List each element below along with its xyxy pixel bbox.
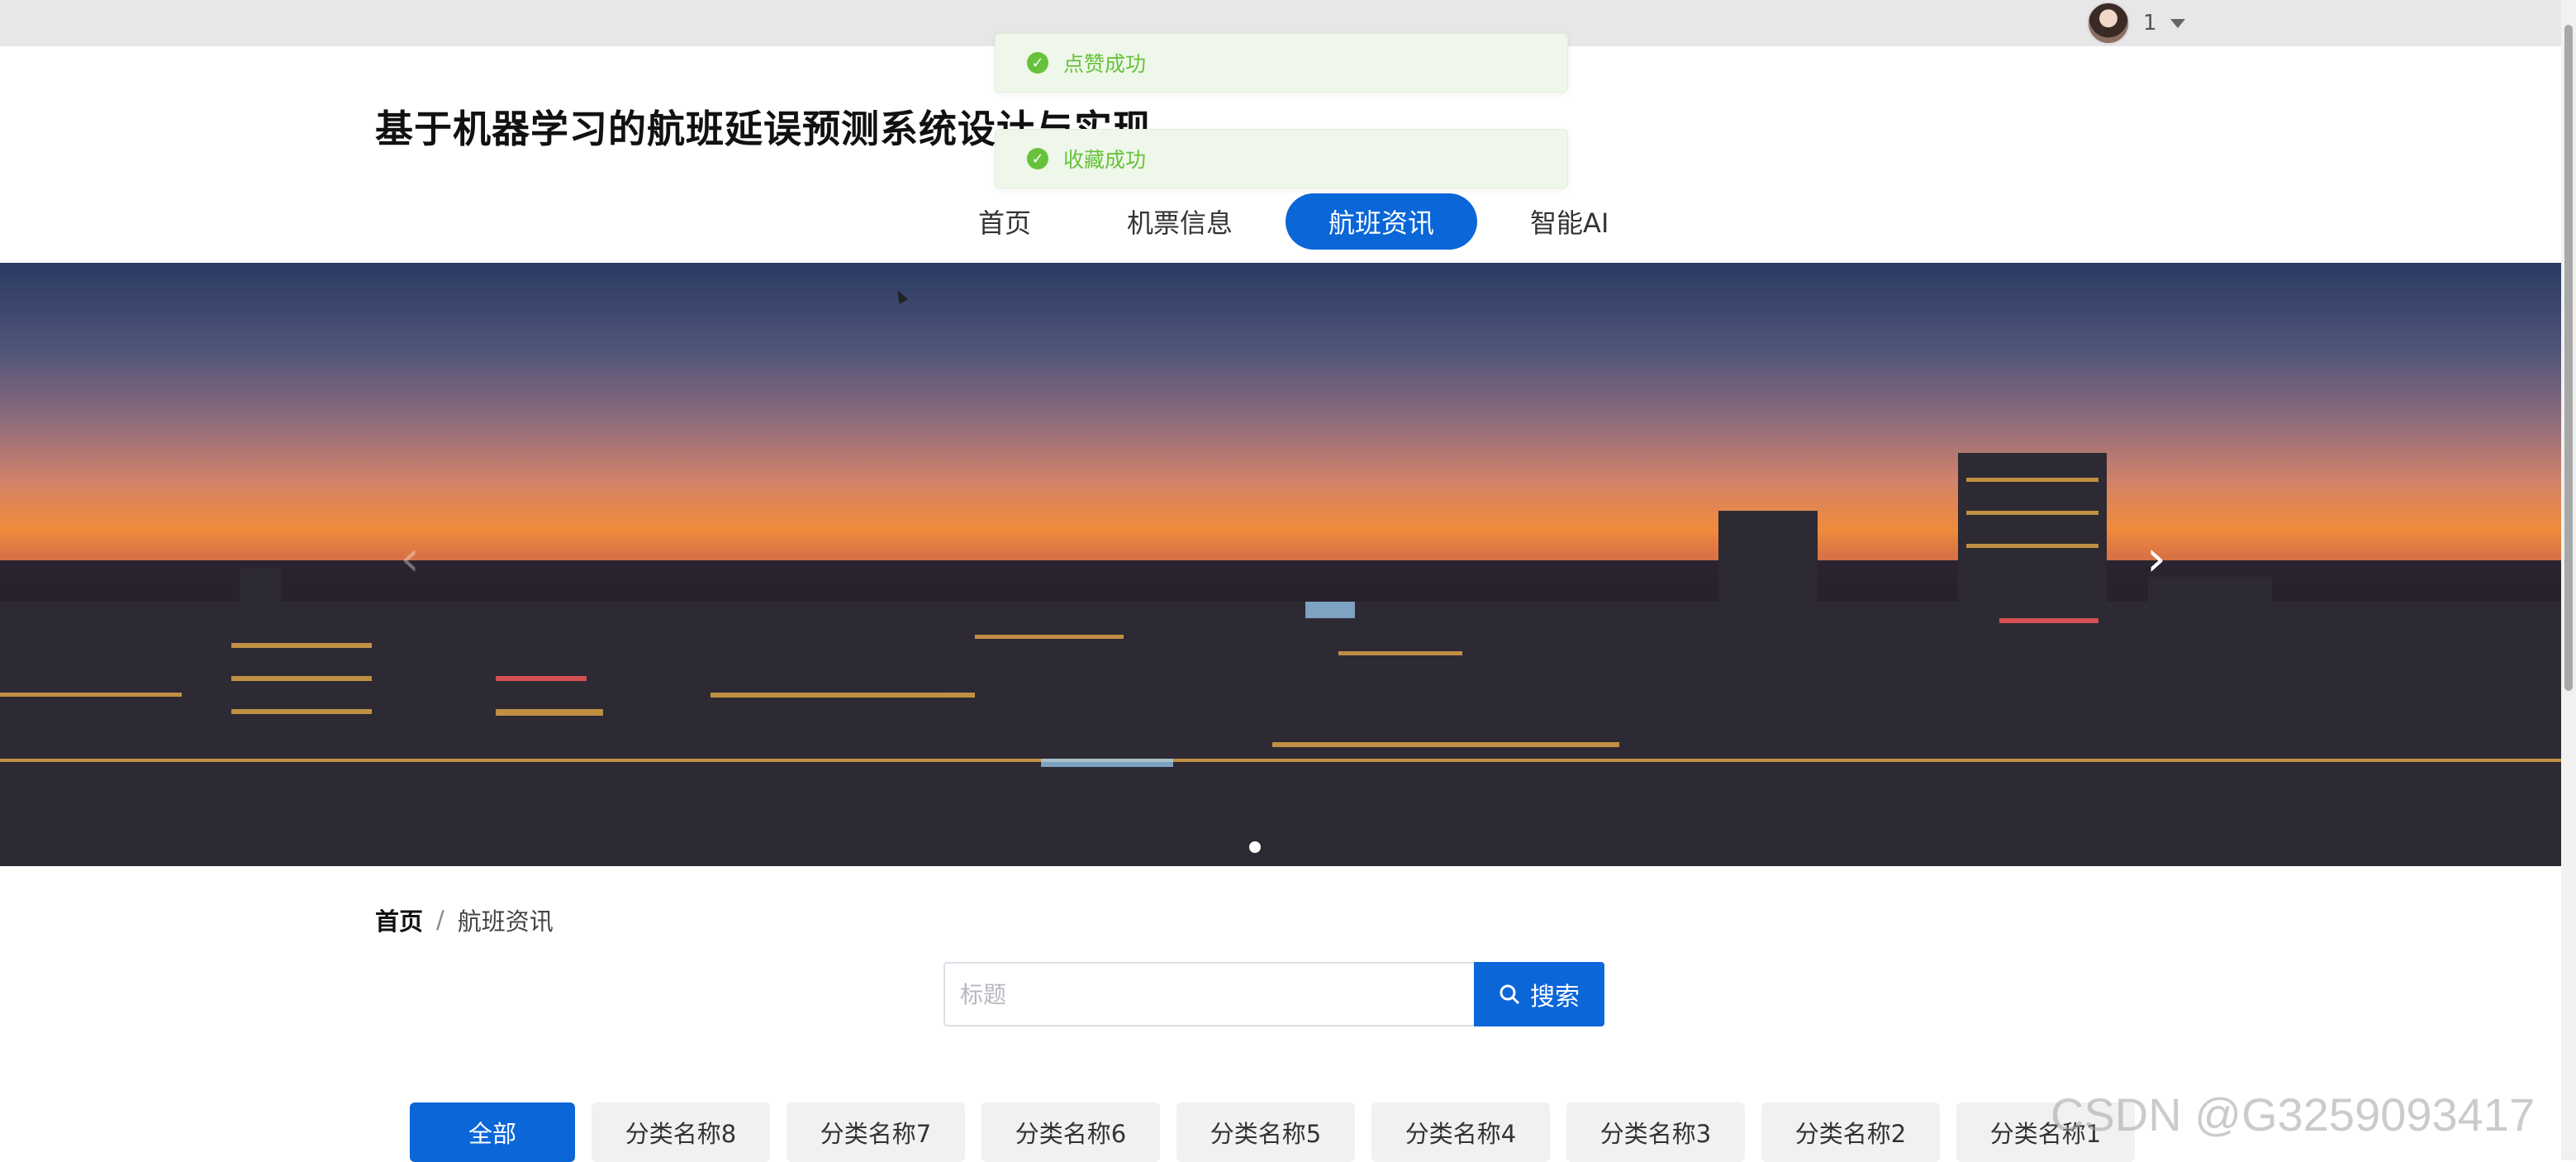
watermark: CSDN @G3259093417 — [2051, 1088, 2536, 1141]
carousel-indicators — [1249, 841, 1261, 853]
toast-text: 收藏成功 — [1063, 148, 1147, 172]
search-bar: 搜索 — [943, 962, 1604, 1026]
page-scrollbar[interactable] — [2561, 0, 2576, 1160]
nav-home[interactable]: 首页 — [935, 193, 1074, 250]
search-button-label: 搜索 — [1530, 983, 1580, 1012]
user-menu[interactable]: 1 — [2087, 0, 2185, 46]
chevron-down-icon[interactable] — [2170, 18, 2185, 28]
toast-favorite-success: ✓ 收藏成功 — [995, 129, 1568, 188]
nav-ai[interactable]: 智能AI — [1487, 193, 1652, 250]
nav-tickets[interactable]: 机票信息 — [1084, 193, 1276, 250]
search-icon — [1499, 984, 1520, 1005]
category-7[interactable]: 分类名称7 — [787, 1102, 965, 1162]
avatar[interactable] — [2087, 2, 2130, 45]
search-button[interactable]: 搜索 — [1474, 962, 1604, 1026]
search-input[interactable] — [943, 962, 1474, 1026]
breadcrumb-home[interactable]: 首页 — [375, 902, 423, 937]
toast-like-success: ✓ 点赞成功 — [995, 33, 1568, 93]
category-4[interactable]: 分类名称4 — [1371, 1102, 1550, 1162]
nav-flight-news[interactable]: 航班资讯 — [1286, 193, 1478, 250]
chevron-left-icon[interactable]: ‹ — [387, 534, 433, 583]
carousel-dot[interactable] — [1249, 841, 1261, 853]
check-circle-icon: ✓ — [1027, 148, 1048, 169]
main-nav: 首页 机票信息 航班资讯 智能AI — [935, 193, 1652, 250]
category-3[interactable]: 分类名称3 — [1566, 1102, 1745, 1162]
toast-text: 点赞成功 — [1063, 52, 1147, 76]
user-name[interactable]: 1 — [2143, 11, 2157, 36]
category-6[interactable]: 分类名称6 — [981, 1102, 1160, 1162]
banner-carousel[interactable]: ‹ › — [0, 263, 2561, 866]
category-5[interactable]: 分类名称5 — [1176, 1102, 1355, 1162]
category-2[interactable]: 分类名称2 — [1761, 1102, 1940, 1162]
breadcrumb: 首页 / 航班资讯 — [375, 902, 554, 937]
chevron-right-icon[interactable]: › — [2133, 534, 2179, 583]
category-tabs: 全部 分类名称8 分类名称7 分类名称6 分类名称5 分类名称4 分类名称3 分… — [410, 1102, 2135, 1162]
breadcrumb-separator: / — [436, 906, 444, 934]
category-all[interactable]: 全部 — [410, 1102, 575, 1162]
check-circle-icon: ✓ — [1027, 52, 1048, 74]
breadcrumb-current: 航班资讯 — [457, 907, 554, 936]
category-8[interactable]: 分类名称8 — [592, 1102, 770, 1162]
scrollbar-thumb[interactable] — [2564, 25, 2573, 691]
